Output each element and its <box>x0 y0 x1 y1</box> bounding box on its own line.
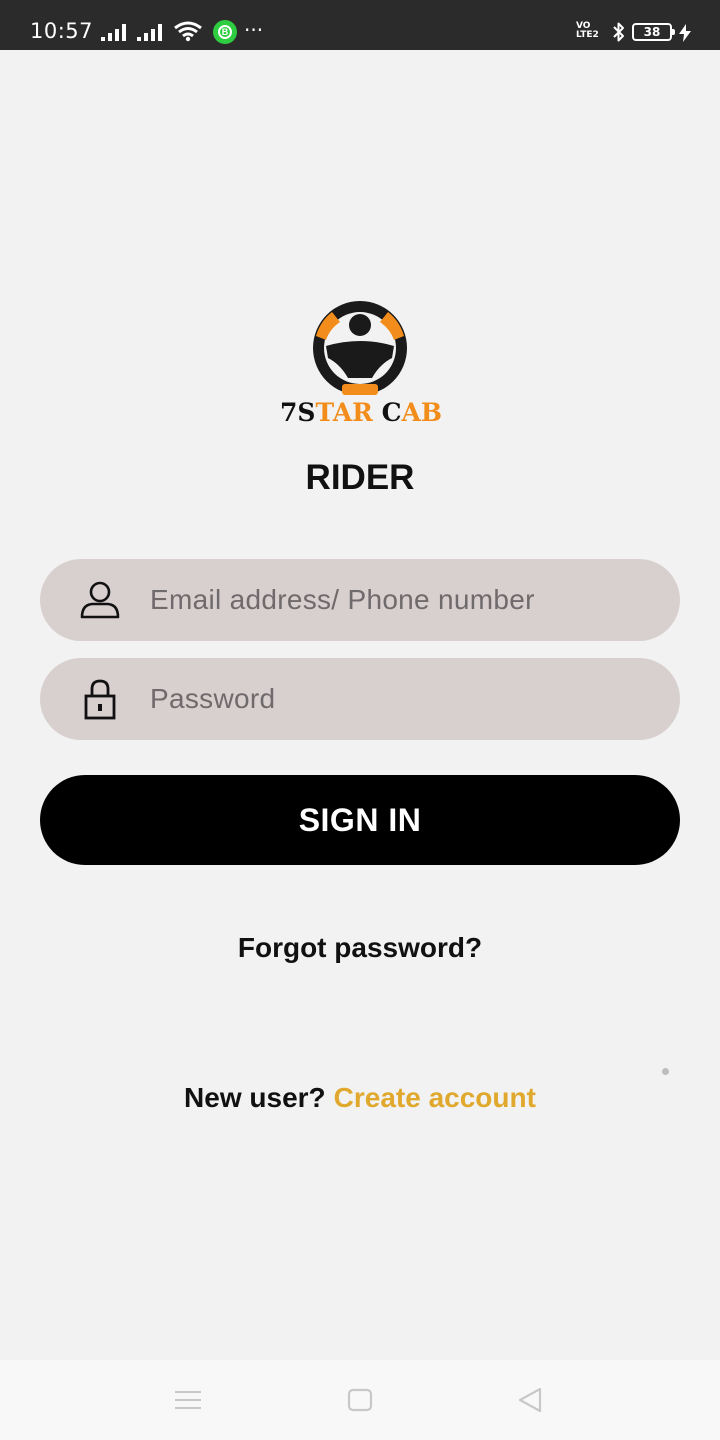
system-nav-bar <box>0 1360 720 1440</box>
steering-wheel-icon <box>313 301 407 395</box>
battery-icon: 38 <box>632 23 675 41</box>
brand-name: 7STAR CAB <box>280 398 443 427</box>
triangle-back-icon[interactable] <box>516 1386 544 1414</box>
forgot-password-link[interactable]: Forgot password? <box>0 932 720 964</box>
notification-app-icon: B <box>213 20 237 44</box>
signup-row: New user? Create account <box>0 1082 720 1114</box>
battery-level: 38 <box>643 25 661 39</box>
status-bar: 10:57 B ··· VO LTE2 38 <box>0 0 720 50</box>
brand-part-3: C <box>372 398 402 427</box>
volte-bottom: LTE2 <box>576 30 599 40</box>
password-field[interactable] <box>40 658 680 740</box>
email-field[interactable] <box>40 559 680 641</box>
cellular-signal-icon <box>101 24 126 41</box>
brand-part-1: 7S <box>280 398 316 427</box>
lock-icon <box>84 679 116 720</box>
email-input[interactable] <box>150 559 650 641</box>
wifi-icon <box>174 21 202 42</box>
new-user-prompt: New user? <box>184 1082 326 1113</box>
charging-bolt-icon <box>679 24 691 42</box>
password-input[interactable] <box>150 658 650 740</box>
screen-speck <box>662 1068 669 1075</box>
square-home-icon[interactable] <box>347 1388 373 1412</box>
status-time: 10:57 <box>30 19 94 43</box>
app-logo: 7STAR CAB <box>280 298 443 434</box>
menu-icon[interactable] <box>175 1388 201 1412</box>
sign-in-button[interactable]: SIGN IN <box>40 775 680 865</box>
cellular-signal-2-icon <box>137 24 162 41</box>
user-icon <box>80 581 120 619</box>
page-title: RIDER <box>305 458 415 497</box>
create-account-link[interactable]: Create account <box>334 1082 536 1113</box>
brand-part-4: AB <box>401 398 443 427</box>
brand-part-2: TAR <box>315 398 373 427</box>
app-badge-letter: B <box>218 25 232 39</box>
more-notifications-icon: ··· <box>244 18 264 42</box>
volte-indicator: VO LTE2 <box>576 22 599 40</box>
bluetooth-icon <box>613 22 624 42</box>
